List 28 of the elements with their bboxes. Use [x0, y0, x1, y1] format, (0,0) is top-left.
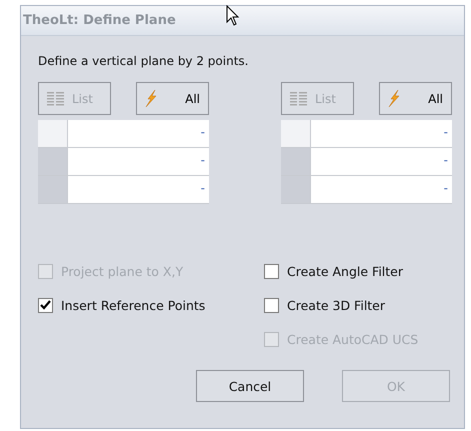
row-header[interactable] [38, 120, 68, 147]
point-cell[interactable]: - [68, 120, 209, 147]
lightning-icon [145, 90, 157, 107]
point-cell[interactable]: - [311, 176, 452, 203]
checkbox-label: Create 3D Filter [287, 298, 386, 313]
row-header[interactable] [281, 120, 311, 147]
checkbox[interactable] [38, 298, 53, 313]
checkbox-label: Create Angle Filter [287, 264, 404, 279]
checkbox-label: Insert Reference Points [61, 298, 206, 313]
point-cell[interactable]: - [68, 176, 209, 203]
checkbox[interactable] [264, 264, 279, 279]
all-button[interactable]: All [379, 82, 452, 115]
dialog-button[interactable]: Cancel [196, 370, 304, 402]
lightning-icon [388, 90, 400, 107]
checkbox[interactable] [264, 298, 279, 313]
row-header[interactable] [281, 176, 311, 203]
instruction-text: Define a vertical plane by 2 points. [38, 54, 250, 68]
list-icon [290, 92, 307, 106]
row-header[interactable] [38, 148, 68, 175]
point-cell[interactable]: - [68, 148, 209, 175]
window-title: TheoLt: Define Plane [23, 13, 176, 28]
row-header[interactable] [38, 176, 68, 203]
point-cell[interactable]: - [311, 120, 452, 147]
list-icon [47, 92, 64, 106]
all-button[interactable]: All [136, 82, 209, 115]
row-header[interactable] [281, 148, 311, 175]
mouse-cursor-icon [226, 5, 240, 27]
point-cell[interactable]: - [311, 148, 452, 175]
